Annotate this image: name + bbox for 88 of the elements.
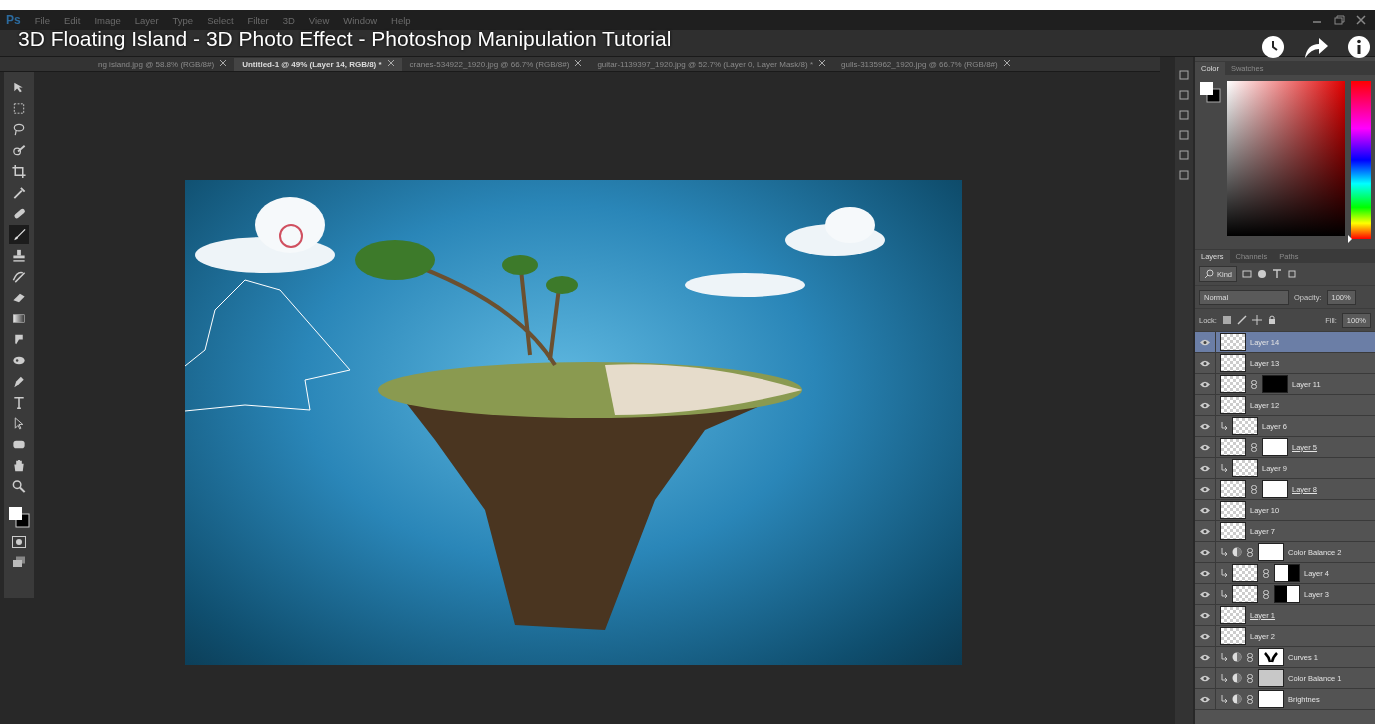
chain-link-icon	[1246, 694, 1254, 704]
eye-icon[interactable]	[1200, 674, 1210, 682]
eye-icon[interactable]	[1200, 464, 1210, 472]
eye-icon[interactable]	[1200, 611, 1210, 619]
video-title: 3D Floating Island - 3D Photo Effect - Photoshop Manipulation Tutorial	[18, 27, 672, 51]
screen-mode-icon[interactable]	[12, 556, 26, 568]
close-icon[interactable]	[220, 59, 227, 66]
menu-item[interactable]: Filter	[247, 14, 269, 26]
panel-icon[interactable]	[1178, 69, 1190, 81]
eye-icon[interactable]	[1200, 401, 1210, 409]
crop-tool-icon[interactable]	[9, 162, 29, 181]
share-arrow-icon[interactable]	[1303, 36, 1329, 58]
menu-item[interactable]: Window	[343, 14, 378, 26]
layer-thumbnail	[1220, 606, 1246, 624]
layer-thumbnail	[1220, 501, 1246, 519]
menu-item[interactable]: Select	[207, 14, 234, 26]
lock-pixels-icon[interactable]	[1221, 315, 1232, 325]
panel-icon[interactable]	[1178, 89, 1190, 101]
eye-icon[interactable]	[1200, 338, 1210, 346]
layer-thumbnail	[1220, 522, 1246, 540]
info-icon[interactable]	[1348, 36, 1370, 58]
layer-thumbnail	[1220, 354, 1246, 372]
type-filter-icon[interactable]	[1272, 269, 1282, 279]
eye-icon[interactable]	[1200, 632, 1210, 640]
layer-thumbnail	[1220, 627, 1246, 645]
panel-icon[interactable]	[1178, 109, 1190, 121]
layer-thumbnail	[1220, 438, 1246, 456]
panel-icon[interactable]	[1178, 149, 1190, 161]
eye-icon[interactable]	[1200, 569, 1210, 577]
chain-link-icon	[1246, 547, 1254, 557]
eye-icon[interactable]	[1200, 548, 1210, 556]
eye-icon[interactable]	[1200, 653, 1210, 661]
layer-thumbnail	[1220, 375, 1246, 393]
color-picker-field[interactable]	[1227, 81, 1345, 236]
menu-item[interactable]: Edit	[64, 14, 81, 26]
brush-cursor-icon	[279, 224, 303, 248]
eye-icon[interactable]	[1200, 485, 1210, 493]
eye-icon[interactable]	[1200, 506, 1210, 514]
foreground-background-icon[interactable]	[1199, 81, 1221, 103]
eye-icon[interactable]	[1200, 443, 1210, 451]
close-icon[interactable]	[1003, 59, 1010, 66]
chain-link-icon	[1246, 652, 1254, 662]
color-swatches-icon[interactable]	[8, 504, 30, 528]
layer-thumbnail	[1220, 396, 1246, 414]
image-filter-icon[interactable]	[1242, 269, 1252, 279]
restore-icon[interactable]	[1331, 14, 1347, 26]
quick-mask-icon[interactable]	[12, 536, 26, 548]
chain-link-icon	[1262, 568, 1270, 578]
menu-item[interactable]: Help	[391, 14, 411, 26]
move-arrows-icon[interactable]	[1251, 315, 1262, 325]
chain-link-icon	[1250, 379, 1258, 389]
layer-thumbnail	[1220, 333, 1246, 351]
eye-icon[interactable]	[1200, 380, 1210, 388]
chain-link-icon	[1250, 442, 1258, 452]
close-icon[interactable]	[575, 59, 582, 66]
chain-link-icon	[1250, 484, 1258, 494]
close-icon[interactable]	[819, 59, 826, 66]
chain-link-icon	[1246, 673, 1254, 683]
menu-item[interactable]: View	[308, 14, 330, 26]
chain-link-icon	[1262, 589, 1270, 599]
layer-thumbnail	[1232, 564, 1258, 582]
layer-thumbnail	[1232, 585, 1258, 603]
menu-item[interactable]: Layer	[134, 14, 159, 26]
menu-item[interactable]: 3D	[282, 14, 295, 26]
eye-icon[interactable]	[1200, 359, 1210, 367]
adjustment-filter-icon[interactable]	[1257, 269, 1267, 279]
hue-slider-thumb[interactable]	[1348, 235, 1352, 243]
document-tab[interactable]: Untitled-1 @ 49% (Layer 14, RGB/8) *	[234, 57, 402, 71]
search-icon	[1204, 269, 1214, 279]
app-logo: Ps	[6, 13, 21, 27]
clock-icon[interactable]	[1262, 36, 1284, 58]
menu-item[interactable]: Image	[94, 14, 121, 26]
brush-tool-icon[interactable]	[9, 225, 29, 244]
panel-icon[interactable]	[1178, 169, 1190, 181]
eye-icon[interactable]	[1200, 527, 1210, 535]
eye-icon[interactable]	[1200, 590, 1210, 598]
lock-icon[interactable]	[1266, 315, 1277, 325]
panel-icon[interactable]	[1178, 129, 1190, 141]
menu-item[interactable]: Type	[172, 14, 194, 26]
layer-thumbnail	[1232, 417, 1258, 435]
close-icon[interactable]	[387, 59, 394, 66]
layer-thumbnail	[1220, 480, 1246, 498]
menu-item[interactable]: File	[34, 14, 50, 26]
eye-icon[interactable]	[1200, 695, 1210, 703]
eye-icon[interactable]	[1200, 422, 1210, 430]
shape-filter-icon[interactable]	[1287, 269, 1297, 279]
layer-thumbnail	[1232, 459, 1258, 477]
close-icon[interactable]	[1353, 14, 1369, 26]
